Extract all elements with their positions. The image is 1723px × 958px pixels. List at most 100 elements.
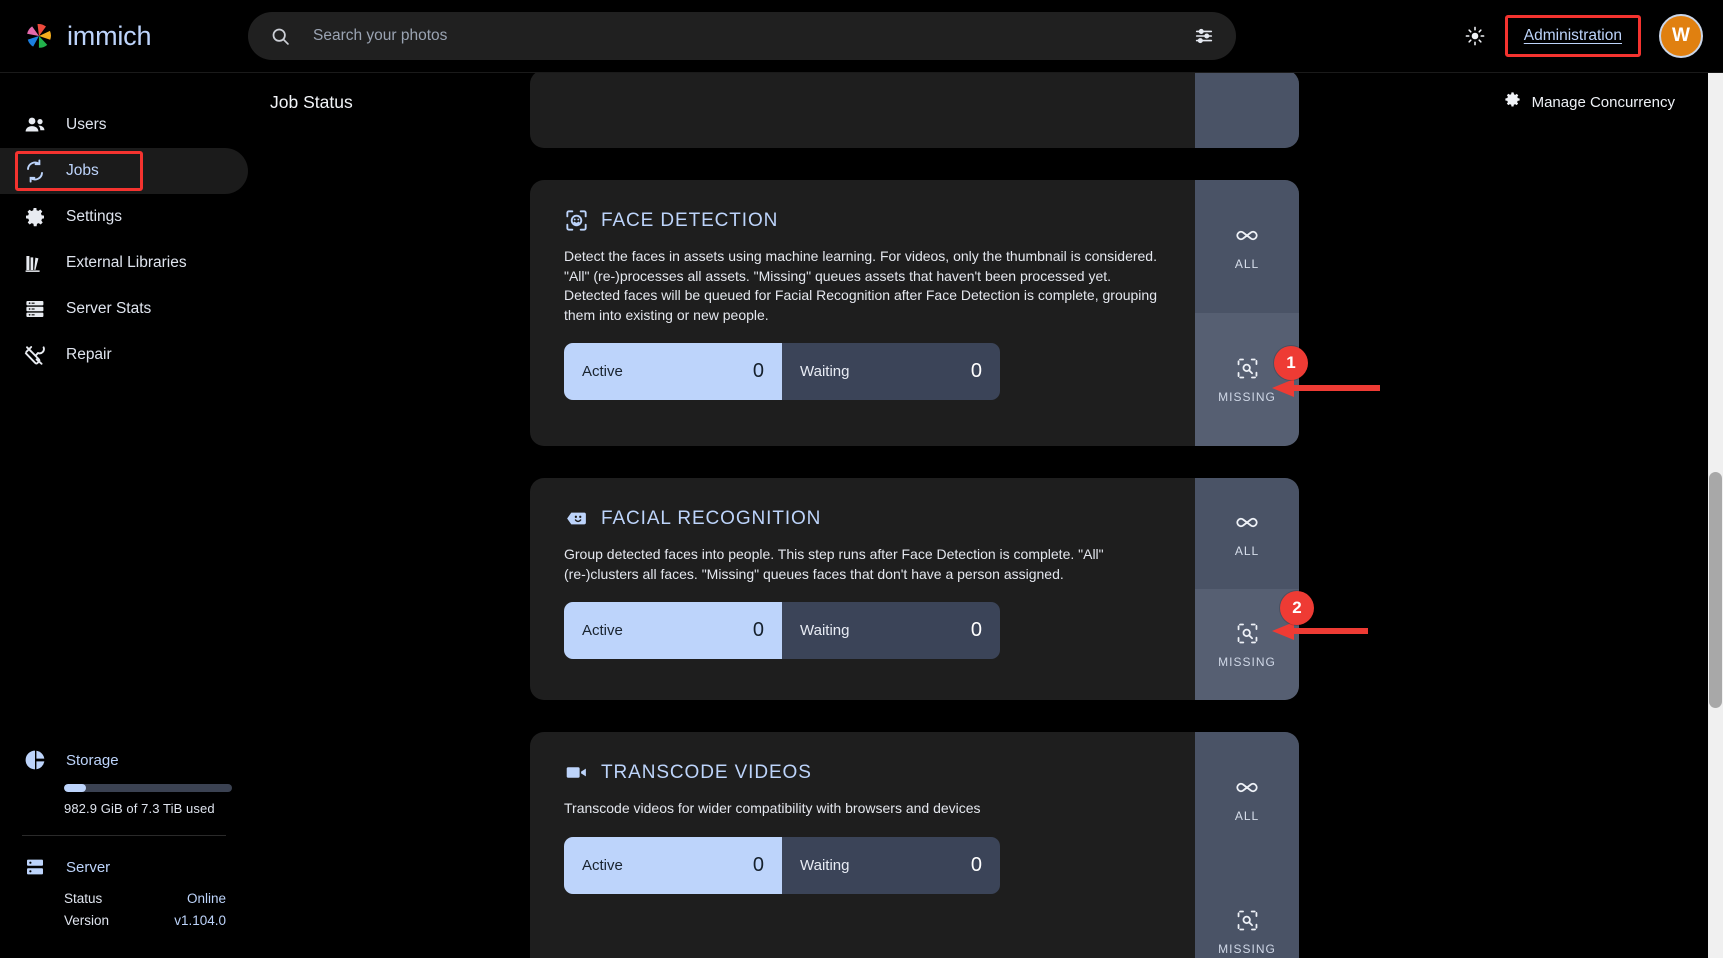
job-counts: Active 0 Waiting 0 (564, 602, 1000, 659)
scan-search-icon (1234, 620, 1260, 646)
job-info: TRANSCODE VIDEOS Transcode videos for wi… (530, 732, 1195, 958)
job-card-transcode-videos: TRANSCODE VIDEOS Transcode videos for wi… (530, 732, 1299, 958)
infinity-icon (1234, 509, 1260, 535)
sidebar-item-settings[interactable]: Settings (0, 194, 248, 240)
active-label: Active (582, 622, 623, 639)
job-card-face-detection: FACE DETECTION Detect the faces in asset… (530, 180, 1299, 446)
manage-concurrency-button[interactable]: Manage Concurrency (1503, 90, 1675, 114)
scan-search-icon (1234, 907, 1260, 933)
previous-card-action[interactable] (1195, 72, 1299, 148)
storage-usage-text: 982.9 GiB of 7.3 TiB used (64, 801, 215, 816)
sync-refresh-icon (22, 158, 48, 184)
waiting-label: Waiting (800, 856, 850, 874)
job-counts: Active 0 Waiting 0 (564, 343, 1000, 400)
face-detection-all-button[interactable]: ALL (1195, 180, 1299, 313)
infinity-icon (1234, 774, 1260, 800)
waiting-count-box: Waiting 0 (782, 836, 1000, 894)
job-info: FACE DETECTION Detect the faces in asset… (530, 180, 1195, 446)
sidebar-item-label: Repair (66, 346, 112, 363)
filter-sliders-icon[interactable] (1190, 22, 1218, 50)
sidebar-item-label: Server Stats (66, 300, 152, 317)
server-icon (22, 854, 48, 880)
waiting-count-box: Waiting 0 (782, 343, 1000, 400)
immich-logo-icon (22, 19, 56, 53)
sidebar-item-jobs[interactable]: Jobs (0, 148, 248, 194)
job-card-previous-partial (530, 72, 1299, 148)
job-counts: Active 0 Waiting 0 (564, 836, 1000, 894)
all-label: ALL (1234, 257, 1260, 271)
library-books-icon (22, 250, 48, 276)
active-count-box: Active 0 (564, 602, 782, 659)
annotation-badge-2: 2 (1280, 591, 1314, 625)
gear-icon (1503, 90, 1522, 114)
sidebar-item-repair[interactable]: Repair (0, 332, 248, 378)
job-description: Detect the faces in assets using machine… (564, 248, 1157, 323)
server-status-row: Status Online (64, 891, 226, 906)
server-status-label: Status (64, 891, 103, 906)
sidebar-nav: Users Jobs Settings External Libraries S… (0, 72, 248, 378)
job-actions: ALL MISSING (1195, 180, 1299, 446)
video-camera-icon (564, 760, 589, 785)
job-actions: ALL MISSING (1195, 478, 1299, 700)
missing-label: MISSING (1218, 655, 1276, 669)
search-bar[interactable] (248, 12, 1236, 60)
server-version-row: Version v1.104.0 (64, 913, 226, 928)
brand[interactable]: immich (0, 0, 248, 72)
storage-progress-bar (64, 784, 232, 792)
sidebar-item-label: External Libraries (66, 254, 187, 271)
sidebar-item-external-libraries[interactable]: External Libraries (0, 240, 248, 286)
top-bar-right: Administration W (1453, 0, 1723, 72)
page-title: Job Status (270, 91, 353, 112)
waiting-value: 0 (970, 619, 982, 641)
top-bar: immich Administration W (0, 0, 1723, 72)
job-title-row: TRANSCODE VIDEOS (564, 760, 1165, 785)
wrench-screwdriver-icon (22, 342, 48, 368)
sidebar: Users Jobs Settings External Libraries S… (0, 72, 248, 958)
server-version-label: Version (64, 913, 110, 928)
search-input[interactable] (291, 27, 1190, 45)
waiting-value: 0 (970, 360, 982, 382)
job-list: FACE DETECTION Detect the faces in asset… (248, 72, 1723, 958)
facial-recognition-all-button[interactable]: ALL (1195, 478, 1299, 589)
all-label: ALL (1234, 544, 1260, 558)
annotation-badge-1: 1 (1274, 346, 1308, 380)
transcode-videos-missing-button[interactable]: MISSING (1195, 865, 1299, 958)
job-title-row: FACIAL RECOGNITION (564, 506, 1165, 531)
storage-section-header: Storage (22, 747, 226, 773)
waiting-value: 0 (970, 853, 982, 876)
main-content: Job Status Manage Concurrency FACE DETEC… (248, 72, 1723, 958)
gear-icon (22, 204, 48, 230)
server-version-value: v1.104.0 (174, 913, 226, 928)
storage-progress-fill (64, 784, 86, 792)
server-rack-icon (22, 296, 48, 322)
job-description: Group detected faces into people. This s… (564, 546, 1104, 582)
topbar-divider (0, 72, 1723, 73)
sun-icon[interactable] (1453, 14, 1497, 58)
face-tag-icon (564, 506, 589, 531)
vertical-scrollbar[interactable] (1708, 72, 1723, 958)
search-icon (270, 26, 291, 47)
waiting-label: Waiting (800, 363, 850, 380)
infinity-icon (1234, 222, 1260, 248)
server-status-value: Online (186, 891, 226, 906)
sidebar-item-server-stats[interactable]: Server Stats (0, 286, 248, 332)
administration-link[interactable]: Administration (1524, 27, 1622, 44)
active-label: Active (582, 363, 623, 380)
job-card-facial-recognition: FACIAL RECOGNITION Group detected faces … (530, 478, 1299, 700)
job-info: FACIAL RECOGNITION Group detected faces … (530, 478, 1195, 700)
active-label: Active (582, 856, 623, 874)
transcode-videos-all-button[interactable]: ALL (1195, 732, 1299, 865)
job-title-row: FACE DETECTION (564, 208, 1165, 233)
missing-label: MISSING (1218, 942, 1276, 956)
avatar[interactable]: W (1659, 14, 1703, 58)
scrollbar-thumb[interactable] (1709, 472, 1722, 708)
sidebar-item-users[interactable]: Users (0, 102, 248, 148)
manage-concurrency-label: Manage Concurrency (1531, 93, 1675, 111)
sidebar-item-label: Settings (66, 208, 123, 225)
server-title: Server (66, 858, 111, 876)
missing-label: MISSING (1218, 390, 1276, 404)
job-title: TRANSCODE VIDEOS (601, 761, 812, 783)
active-value: 0 (752, 853, 764, 876)
server-section-header: Server (22, 854, 226, 880)
job-title: FACE DETECTION (601, 209, 779, 231)
